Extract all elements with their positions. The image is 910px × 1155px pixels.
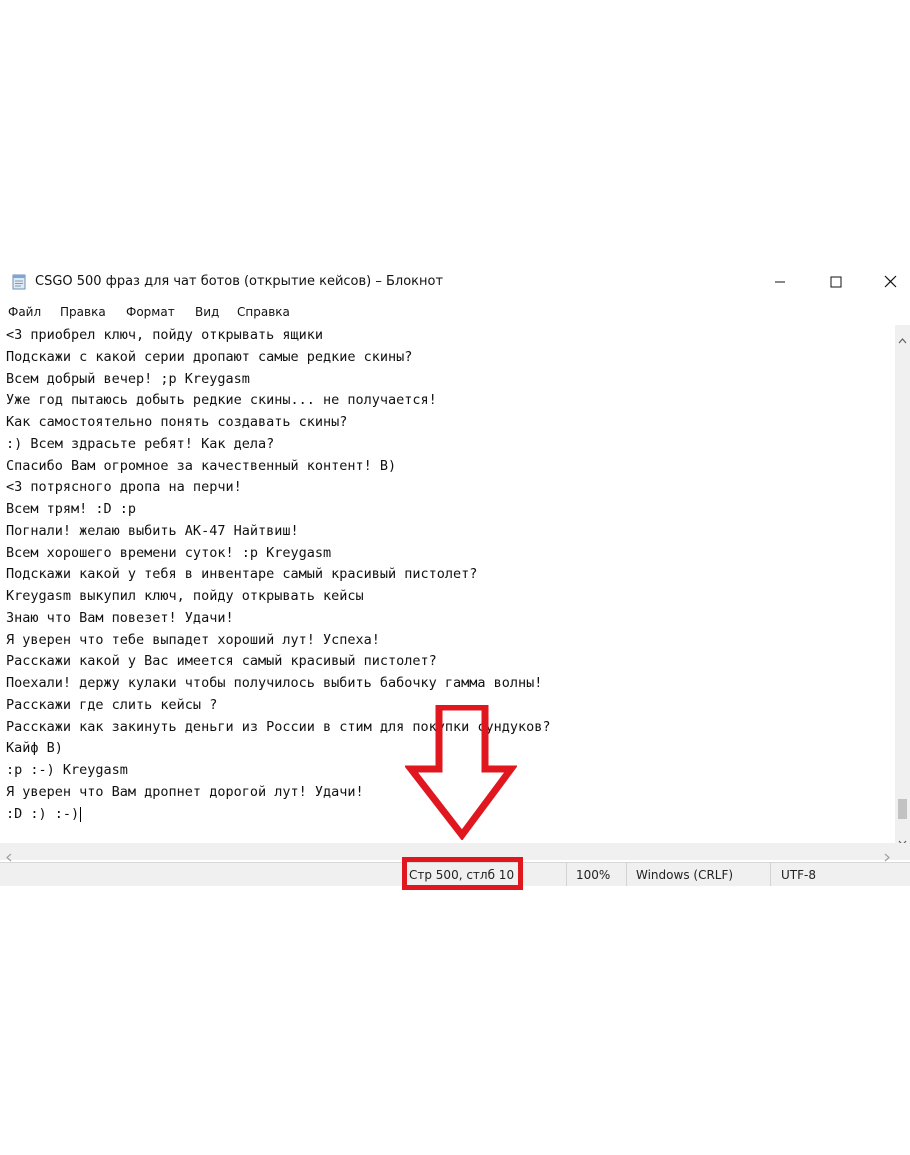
scrollbar-corner [895,843,910,860]
text-line: Расскажи какой у Вас имеется самый краси… [6,653,437,669]
menu-view[interactable]: Вид [195,305,219,319]
text-line: Уже год пытаюсь добыть редкие скины... н… [6,392,437,408]
text-caret [80,806,82,822]
highlight-box [402,857,523,890]
text-line: Погнали! желаю выбить АК-47 Найтвиш! [6,523,299,539]
text-line: Подскажи с какой серии дропают самые ред… [6,349,413,365]
menu-bar: Файл Правка Формат Вид Справка [0,301,910,325]
text-line: Спасибо Вам огромное за качественный кон… [6,458,397,474]
text-line: Подскажи какой у тебя в инвентаре самый … [6,566,478,582]
text-line: Расскажи где слить кейсы ? [6,697,218,713]
close-button[interactable] [862,265,910,299]
status-line-ending: Windows (CRLF) [636,868,734,882]
window-title: CSGO 500 фраз для чат ботов (открытие ке… [35,274,444,289]
scroll-up-icon[interactable] [898,329,907,348]
text-line: Поехали! держу кулаки чтобы получилось в… [6,675,543,691]
text-line: :) Всем здрасьте ребят! Как дела? [6,436,275,452]
text-line: Как самостоятельно понять создавать скин… [6,414,348,430]
text-line: Знаю что Вам повезет! Удачи! [6,610,234,626]
maximize-icon [830,273,842,292]
close-icon [884,273,897,292]
minimize-button[interactable] [752,265,808,299]
text-line: Я уверен что тебе выпадет хороший лут! У… [6,632,380,648]
notepad-icon [11,274,27,290]
text-line-last: :D :) :-) [6,806,82,822]
title-bar: CSGO 500 фраз для чат ботов (открытие ке… [0,265,910,299]
vertical-scrollbar[interactable] [895,325,910,846]
status-separator [770,863,771,886]
text-line: Кайф B) [6,740,63,756]
text-line: Kreygasm выкупил ключ, пойду открывать к… [6,588,364,604]
arrow-down-icon [405,705,517,840]
text-line: :p :-) Kreygasm [6,762,128,778]
text-line: <3 приобрел ключ, пойду открывать ящики [6,327,323,343]
status-separator [626,863,627,886]
menu-help[interactable]: Справка [237,305,290,319]
text-line: Я уверен что Вам дропнет дорогой лут! Уд… [6,784,364,800]
vertical-scroll-thumb[interactable] [898,799,907,819]
status-separator [566,863,567,886]
status-zoom: 100% [576,868,611,882]
status-encoding: UTF-8 [781,868,816,882]
text-line: Всем добрый вечер! ;p Kreygasm [6,371,250,387]
text-line: <3 потрясного дропа на перчи! [6,479,242,495]
menu-file[interactable]: Файл [8,305,41,319]
text-line: Всем трям! :D :p [6,501,137,517]
menu-edit[interactable]: Правка [60,305,106,319]
maximize-button[interactable] [808,265,864,299]
menu-format[interactable]: Формат [126,305,175,319]
minimize-icon [774,273,786,292]
text-line-last-content: :D :) :-) [6,806,80,822]
text-line: Всем хорошего времени суток! :p Kreygasm [6,545,332,561]
